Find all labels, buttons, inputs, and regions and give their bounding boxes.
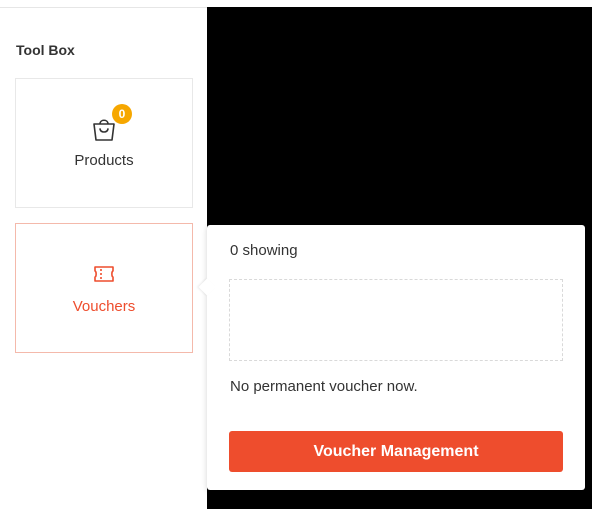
- voucher-popover: 0 showing No permanent voucher now. Vouc…: [198, 225, 585, 490]
- empty-voucher-message: No permanent voucher now.: [230, 378, 418, 395]
- popover-arrow: [198, 278, 216, 296]
- tool-products[interactable]: 0 Products: [15, 78, 193, 208]
- top-divider: [0, 7, 207, 8]
- ticket-icon: [94, 266, 114, 282]
- toolbox-title: Tool Box: [16, 42, 75, 58]
- products-count-badge: 0: [112, 104, 132, 124]
- products-label: Products: [74, 152, 134, 169]
- voucher-count-text: 0 showing: [230, 242, 298, 259]
- tool-vouchers[interactable]: Vouchers: [15, 223, 193, 353]
- vouchers-label: Vouchers: [72, 298, 136, 315]
- voucher-empty-placeholder: [229, 279, 563, 361]
- voucher-management-button[interactable]: Voucher Management: [229, 431, 563, 472]
